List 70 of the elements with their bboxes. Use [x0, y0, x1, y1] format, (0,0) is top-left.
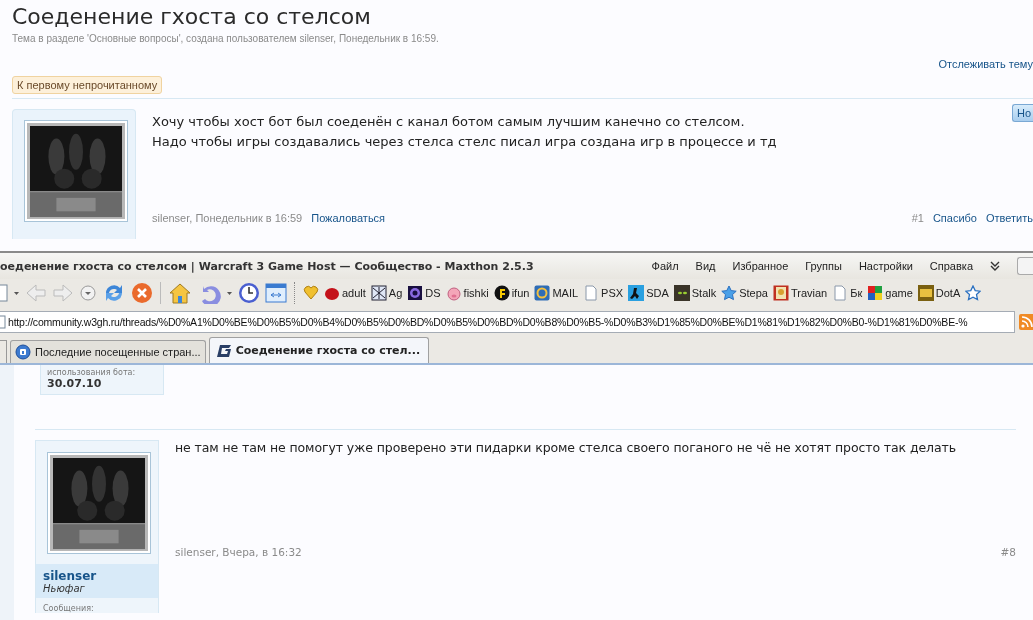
message-text: не там не там не помогут уже проверено эти пидарки кроме стелса своего поганого не чё не хотят просто так делать — [175, 440, 957, 457]
message-text: Хочу чтобы хост бот был соеденён с канал ботом самым лучшим канечно со стелсом. — [152, 113, 745, 131]
page-icon[interactable] — [0, 283, 8, 303]
star-icon — [721, 285, 738, 301]
reply-link[interactable]: Ответить — [985, 212, 1033, 224]
clock-icon[interactable] — [238, 282, 260, 304]
post-number: #1 — [911, 212, 924, 224]
thread-title: Соеденение гхоста со стелсом — [12, 3, 372, 31]
user-title: Ньюфаг — [43, 583, 86, 594]
g-logo-icon — [215, 342, 232, 359]
menu-item[interactable]: Группы — [805, 260, 842, 272]
bookmark-link[interactable]: MAIL — [534, 285, 579, 301]
bookmark-link[interactable]: Бк — [832, 285, 863, 301]
at-sign-icon — [534, 285, 551, 301]
bookmark-link[interactable]: game — [867, 285, 913, 301]
message-text: Надо чтобы игры создавались через стелса стелс писал игра создана игр в процессе и тд — [152, 133, 777, 151]
chevron-icon[interactable] — [990, 261, 1000, 271]
bookmark-link[interactable]: SDA — [628, 285, 669, 301]
bookmark-link[interactable]: ifun — [493, 285, 530, 301]
minimize-button[interactable] — [1017, 257, 1033, 275]
menu-item[interactable]: Вид — [695, 260, 716, 272]
bookmark-link[interactable]: DotA — [917, 285, 961, 301]
window-icon — [15, 344, 31, 360]
stop-icon[interactable] — [131, 282, 153, 304]
watch-link[interactable]: Отслеживать тему — [938, 58, 1033, 70]
post-author-date: silenser, Вчера, в 16:32 — [175, 546, 302, 558]
menu-item[interactable]: Избранное — [732, 260, 789, 272]
pig-icon — [445, 285, 462, 301]
page-icon — [583, 285, 600, 301]
menu-item[interactable]: Файл — [651, 260, 679, 272]
stat-label: использования бота: — [47, 368, 137, 377]
window-icon[interactable] — [265, 283, 287, 303]
username-link[interactable]: silenser — [43, 569, 151, 583]
heart-icon[interactable] — [303, 285, 319, 301]
home-icon[interactable] — [168, 282, 192, 304]
bookmark-link[interactable]: Stepa — [721, 285, 768, 301]
bookmark-link[interactable]: Travian — [772, 285, 828, 301]
rss-icon[interactable] — [1019, 314, 1033, 330]
new-button[interactable]: Но — [1011, 104, 1033, 122]
eyes-icon — [673, 285, 690, 301]
stat-label: Сообщения: — [42, 603, 95, 613]
bookmark-link[interactable]: fishki — [445, 285, 489, 301]
bookmark-link[interactable]: Stalk — [673, 285, 717, 301]
bookmark-link[interactable]: DS — [407, 285, 441, 301]
stat-value: 30.07.10 — [47, 377, 103, 390]
unread-button[interactable]: К первому непрочитанному — [12, 76, 163, 94]
browser-tab[interactable]: Последние посещенные стран... — [10, 340, 206, 363]
page-icon — [832, 285, 849, 301]
address-field[interactable]: http://community.w3gh.ru/threads/%D0%A1%D0%BE%D0%B5%D0%B4%D0%B5%D0%BD%D0%B5%D0%BD%D0%B8%D0%B5-%D0%B3%D1%85%D0%BE%D1%81%D1%82%D0%B0-%D1%81%D0%BE-% — [0, 311, 1015, 333]
bookmark-link[interactable]: adult — [324, 285, 366, 301]
cube-icon — [867, 285, 884, 301]
report-link[interactable]: Пожаловаться — [311, 212, 386, 224]
menu-item[interactable]: Настройки — [858, 260, 913, 272]
orb-icon — [407, 285, 424, 301]
thread-meta: Тема в разделе 'Основные вопросы', создана пользователем silenser, Понедельник в 16:59. — [12, 33, 440, 44]
dropdown-icon[interactable] — [79, 283, 97, 303]
shield-icon — [772, 285, 789, 301]
bookmark-link[interactable]: Ag — [370, 285, 403, 301]
post-author-date: silenser, Понедельник в 16:59 — [152, 212, 303, 224]
browser-tab[interactable]: Соеденение гхоста со стел... — [208, 337, 430, 363]
bookmark-link[interactable]: PSX — [583, 285, 624, 301]
star-icon[interactable] — [965, 285, 982, 301]
tile-icon — [917, 285, 934, 301]
net-icon — [370, 285, 387, 301]
menu-item[interactable]: Справка — [929, 260, 973, 272]
page-icon[interactable] — [0, 315, 6, 329]
window-title: оеденение гхоста со стелсом | Warcraft 3 Game Host — Сообщество - Maxthon 2.5.3 — [0, 259, 534, 273]
blob-icon — [324, 285, 340, 301]
thanks-link[interactable]: Спасибо — [932, 212, 977, 224]
coin-icon — [493, 285, 510, 301]
